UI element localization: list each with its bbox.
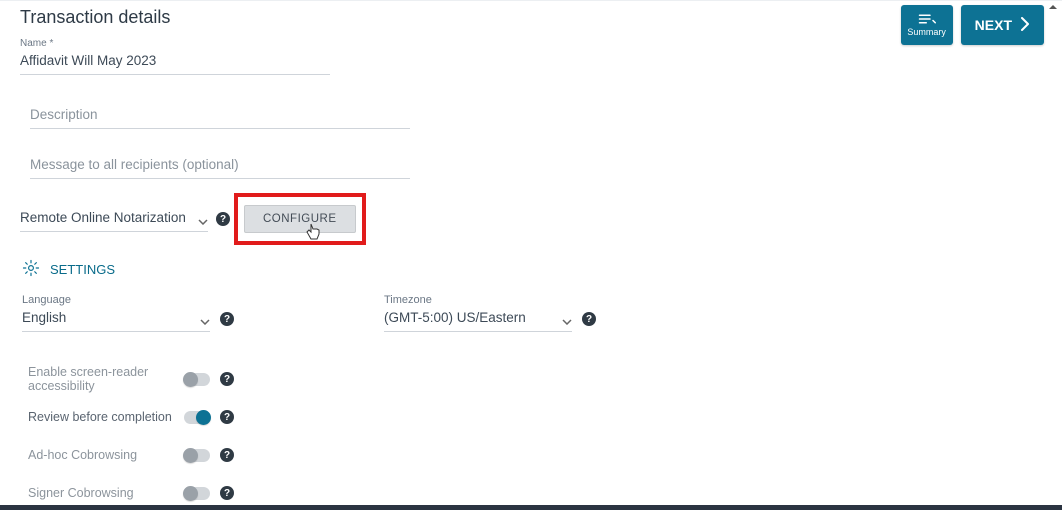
toggles-section: Enable screen-reader accessibility ? Rev… [0,360,1062,510]
name-input[interactable] [20,49,330,75]
message-field [0,153,1062,179]
help-icon[interactable]: ? [220,486,234,500]
caret-down-icon [562,312,572,328]
timezone-label: Timezone [384,294,572,306]
settings-row: Language ? Timezone ? [0,294,1062,332]
switch[interactable] [184,373,210,386]
description-field [0,103,1062,129]
configure-button[interactable]: CONFIGURE [244,205,356,233]
summary-label: Summary [907,27,946,37]
caret-down-icon [198,212,208,228]
help-icon[interactable]: ? [216,212,230,226]
toggle-accessibility: Enable screen-reader accessibility ? [28,360,1062,398]
timezone-value[interactable] [384,306,572,332]
top-action-bar: Summary NEXT [901,5,1044,45]
description-input[interactable] [30,103,410,129]
help-icon[interactable]: ? [220,448,234,462]
summary-button[interactable]: Summary [901,5,953,45]
language-value[interactable] [22,306,210,332]
chevron-right-icon [1020,17,1030,34]
switch[interactable] [184,487,210,500]
timezone-field: Timezone [384,294,572,332]
gear-icon [22,259,40,280]
toggle-label: Review before completion [28,410,184,424]
toggle-label: Enable screen-reader accessibility [28,365,184,393]
toggle-signer: Signer Cobrowsing ? [28,474,1062,510]
settings-toggle[interactable]: SETTINGS [0,259,1062,280]
scrollbar-up-button[interactable] [1046,1,1060,13]
switch[interactable] [184,449,210,462]
configure-wrap: CONFIGURE [244,205,356,233]
settings-label: SETTINGS [50,262,115,277]
summary-icon [918,13,936,27]
notarization-row: ? CONFIGURE [0,205,1062,233]
page-root: Summary NEXT Transaction details Name * … [0,0,1062,510]
toggle-label: Signer Cobrowsing [28,486,184,500]
help-icon[interactable]: ? [582,312,596,326]
language-label: Language [22,294,210,306]
toggle-adhoc: Ad-hoc Cobrowsing ? [28,436,1062,474]
notarization-value[interactable] [20,206,208,232]
toggle-label: Ad-hoc Cobrowsing [28,448,184,462]
notarization-select[interactable] [20,206,208,232]
next-label: NEXT [975,17,1012,33]
timezone-select[interactable] [384,306,572,332]
help-icon[interactable]: ? [220,312,234,326]
caret-down-icon [200,312,210,328]
toggle-review: Review before completion ? [28,398,1062,436]
switch[interactable] [184,411,210,424]
language-select[interactable] [22,306,210,332]
help-icon[interactable]: ? [220,372,234,386]
message-input[interactable] [30,153,410,179]
language-field: Language [22,294,210,332]
help-icon[interactable]: ? [220,410,234,424]
next-button[interactable]: NEXT [961,5,1044,45]
